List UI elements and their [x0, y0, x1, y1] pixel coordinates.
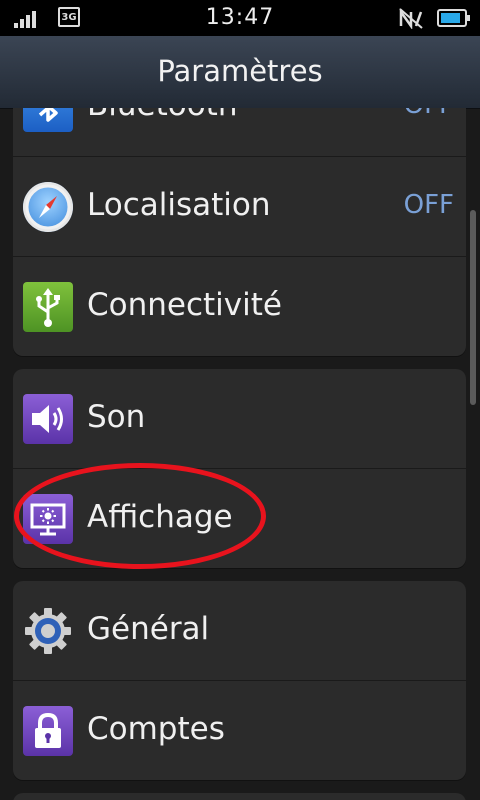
usb-icon [23, 282, 73, 332]
gear-icon [23, 606, 73, 656]
settings-item-label: Comptes [87, 711, 225, 747]
settings-item-general[interactable]: Général [13, 581, 466, 681]
settings-group-next [13, 793, 466, 800]
settings-item-label: Connectivité [87, 287, 282, 323]
settings-item-label: Général [87, 611, 210, 647]
settings-item-status: OFF [403, 190, 454, 220]
bluetooth-icon [23, 108, 73, 132]
settings-list: Bluetooth OFF Localisation OFF [0, 108, 480, 800]
settings-item-connectivite[interactable]: Connectivité [13, 257, 466, 356]
settings-item-comptes[interactable]: Comptes [13, 681, 466, 780]
speaker-icon [23, 394, 73, 444]
title-bar: Paramètres [0, 36, 480, 109]
no-signal-icon [399, 8, 423, 29]
settings-group-media: Son Affichage [13, 369, 466, 568]
settings-item-affichage[interactable]: Affichage [13, 469, 466, 568]
settings-item-localisation[interactable]: Localisation OFF [13, 157, 466, 257]
settings-group-connections: Bluetooth OFF Localisation OFF [13, 108, 466, 356]
settings-screen: 3G 13:47 Paramètres Bluetooth OFF [0, 0, 480, 800]
battery-fill [441, 13, 460, 23]
lock-icon [23, 706, 73, 756]
compass-icon [23, 182, 73, 232]
settings-item-son[interactable]: Son [13, 369, 466, 469]
battery-icon [437, 9, 470, 27]
settings-item-label: Localisation [87, 187, 271, 223]
settings-item-bluetooth[interactable]: Bluetooth OFF [13, 108, 466, 157]
settings-item-label: Bluetooth [87, 108, 238, 123]
display-icon [23, 494, 73, 544]
status-bar: 3G 13:47 [0, 0, 480, 36]
settings-item-label: Affichage [87, 499, 233, 535]
page-title: Paramètres [157, 54, 323, 88]
settings-group-system: Général Comptes [13, 581, 466, 780]
scrollbar[interactable] [470, 210, 476, 405]
settings-item-status: OFF [404, 108, 454, 120]
settings-item-label: Son [87, 399, 146, 435]
